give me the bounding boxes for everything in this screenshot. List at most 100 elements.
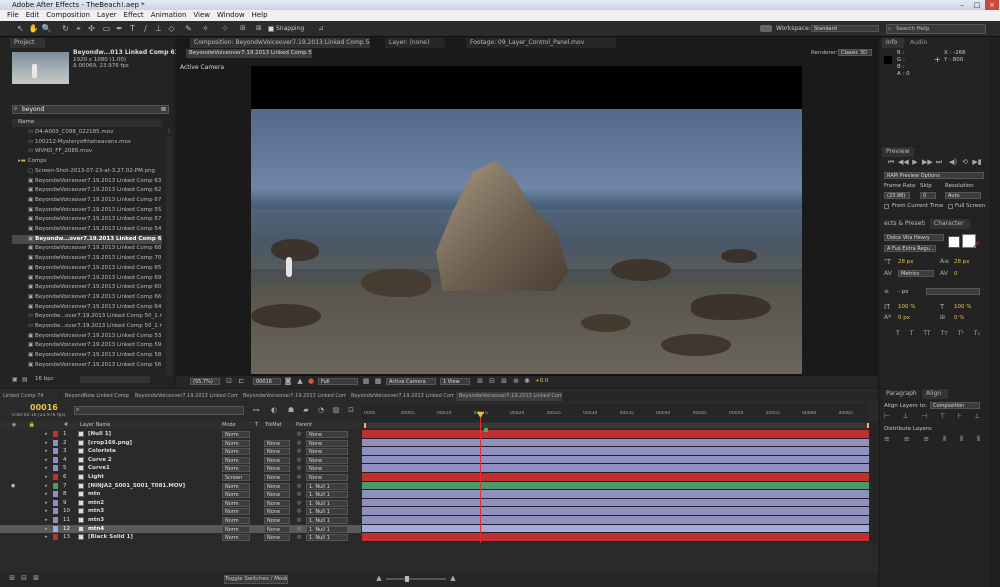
font-family-dropdown[interactable]: Dolce Vita Heavy xyxy=(884,234,944,241)
transparency-grid-icon[interactable]: ▩ xyxy=(373,377,383,385)
pixel-aspect-icon[interactable]: ⊞ xyxy=(475,377,485,385)
audio-icon[interactable]: ◀) xyxy=(948,158,958,166)
skip-dropdown[interactable]: 0 xyxy=(920,192,936,199)
expand-timing-icon[interactable]: ⊠ xyxy=(32,574,40,582)
label-color-swatch[interactable] xyxy=(53,465,58,472)
text-format-button[interactable]: T₁ xyxy=(974,330,980,340)
project-item[interactable]: ▣ BeyondwVoiceover7.19.2013 Linked Comp … xyxy=(12,332,162,342)
pick-whip-icon[interactable]: ◎ xyxy=(297,533,301,542)
resolution-dropdown[interactable]: Full xyxy=(318,378,358,385)
distribute-left-icon[interactable]: ⦀ xyxy=(943,435,946,445)
pick-whip-icon[interactable]: ◎ xyxy=(297,525,301,534)
parent-dropdown[interactable]: 1. Null 1 xyxy=(306,491,348,499)
expand-arrow-icon[interactable]: ▸ xyxy=(45,473,48,482)
project-item[interactable]: ▣ BeyondwVoiceover7.19.2013 Linked Comp … xyxy=(12,177,162,187)
layer-row[interactable]: ▸ 4 Curve 2 Norm None ◎ None xyxy=(0,456,361,465)
project-item[interactable]: ▣ BeyondwVoiceover7.19.2013 Linked Comp … xyxy=(12,244,162,254)
timeline-timecode[interactable]: 00016 xyxy=(30,403,58,412)
project-item[interactable]: ▣ Beyondw...over7.19.2013 Linked Comp 61 xyxy=(12,234,162,245)
ram-preview-icon[interactable]: ▶▮ xyxy=(972,158,982,166)
layer-row[interactable]: ▸ 3 Colorista Norm None ◎ None xyxy=(0,447,361,456)
align-hcenter-icon[interactable]: ⊥ xyxy=(902,412,908,422)
leading-value[interactable]: 28 px xyxy=(954,259,970,265)
expand-arrow-icon[interactable]: ▸ xyxy=(45,430,48,439)
label-color-swatch[interactable] xyxy=(53,525,58,532)
expand-arrow-icon[interactable]: ▸ xyxy=(45,456,48,465)
layer-row[interactable]: ▸ 12 mtn4 Norm None ◎ 1. Null 1 xyxy=(0,524,361,534)
layer-row[interactable]: ▸ 1 [Null 1] Norm ◎ None xyxy=(0,430,361,439)
project-item[interactable]: ▣ BeyondwVoiceover7.19.2013 Linked Comp … xyxy=(12,293,162,303)
work-area-start[interactable] xyxy=(364,423,366,428)
layer-name[interactable]: [Black Solid 1] xyxy=(88,533,133,542)
align-right-icon[interactable]: ⊣ xyxy=(921,412,927,422)
stroke-width-value[interactable]: - px xyxy=(898,289,908,295)
parent-dropdown[interactable]: None xyxy=(306,465,348,473)
expand-arrow-icon[interactable]: ▸ xyxy=(45,507,48,516)
workspace-icon[interactable] xyxy=(760,25,772,32)
label-color-swatch[interactable] xyxy=(53,448,58,455)
project-item[interactable]: ▣ BeyondwVoiceover7.19.2013 Linked Comp … xyxy=(12,351,162,361)
layer-duration-bar[interactable] xyxy=(362,498,869,508)
layer-mode-dropdown[interactable]: Norm xyxy=(222,465,250,473)
baseline-shift-value[interactable]: 0 px xyxy=(898,315,910,321)
pick-whip-icon[interactable]: ◎ xyxy=(297,482,301,491)
font-style-dropdown[interactable]: A Fuo Extra Regu... xyxy=(884,245,936,252)
zoom-out-icon[interactable]: ▲ xyxy=(374,574,384,582)
kerning-dropdown[interactable]: Metrics xyxy=(898,270,934,277)
project-item[interactable]: ▣ BeyondwVoiceover7.19.2013 Linked Comp … xyxy=(12,225,162,235)
layer-name[interactable]: mtn2 xyxy=(88,499,104,508)
hide-shy-icon[interactable]: ☗ xyxy=(285,406,297,414)
full-screen-checkbox[interactable] xyxy=(948,204,953,209)
layer-mode-dropdown[interactable]: Norm xyxy=(222,525,250,533)
parent-dropdown[interactable]: 1. Null 1 xyxy=(306,534,348,542)
motion-blur-icon[interactable]: ◔ xyxy=(315,406,327,414)
expand-arrow-icon[interactable]: ▸ xyxy=(45,464,48,473)
vertical-scale-value[interactable]: 100 % xyxy=(898,304,915,310)
project-item[interactable]: ▭ Beyondw...over7.19.2013 Linked Comp 50… xyxy=(12,312,162,322)
layer-duration-bar[interactable] xyxy=(362,464,869,473)
world-axis-icon[interactable]: ⊞ xyxy=(240,24,250,34)
distribute-right-icon[interactable]: ⦀ xyxy=(977,435,980,445)
label-color-swatch[interactable] xyxy=(53,439,58,446)
timeline-tab[interactable]: BeyondwVoiceover7.19.2013 Linked Comp 57 xyxy=(348,392,454,401)
expand-transfer-icon[interactable]: ⊟ xyxy=(20,574,28,582)
text-format-button[interactable]: T xyxy=(896,330,900,340)
resolution-preview-dropdown[interactable]: Auto xyxy=(945,192,981,199)
pick-whip-icon[interactable]: ◎ xyxy=(297,499,301,508)
layer-mode-dropdown[interactable]: Norm xyxy=(222,491,250,499)
stroke-style-dropdown[interactable] xyxy=(926,288,980,295)
layer-name[interactable]: mtn4 xyxy=(88,525,104,534)
clear-search-icon[interactable]: ⊠ xyxy=(161,106,166,113)
layer-name[interactable]: [crop166.png] xyxy=(88,439,132,448)
layer-mode-dropdown[interactable]: Screen xyxy=(222,474,250,481)
tab-project[interactable]: Project xyxy=(10,38,45,48)
hand-tool-icon[interactable]: ✋ xyxy=(28,24,39,34)
tab-preview[interactable]: Preview xyxy=(882,147,914,157)
tracking-value[interactable]: 0 xyxy=(954,271,958,277)
label-color-swatch[interactable] xyxy=(53,517,58,523)
viewer-timecode[interactable]: 00016 xyxy=(253,378,281,385)
layer-duration-bar[interactable] xyxy=(362,524,869,534)
renderer-dropdown[interactable]: Classic 3D xyxy=(838,49,872,56)
layer-row[interactable]: ◉ ▸ 7 [NINJA2_S001_S001_T081.MOV] Norm None ◎ 1… xyxy=(0,482,361,491)
rectangle-tool-icon[interactable]: ▭ xyxy=(101,24,112,34)
snapshot-icon[interactable]: ◙ xyxy=(283,377,293,385)
minimize-icon[interactable]: – xyxy=(955,0,969,10)
zoom-slider[interactable] xyxy=(386,578,446,580)
project-item[interactable]: ▣ BeyondwVoiceover7.19.2013 Linked Comp … xyxy=(12,215,162,225)
expand-arrow-icon[interactable]: ▸ xyxy=(45,439,48,448)
snapping-checkbox[interactable] xyxy=(268,26,274,32)
text-format-button[interactable]: T¹ xyxy=(958,330,964,340)
brainstorm-icon[interactable]: ⊡ xyxy=(345,406,357,414)
layer-row[interactable]: ▸ 6 Light Screen None ◎ None xyxy=(0,473,361,482)
timeline-tab[interactable]: BeyondwVoiceover7.19.2013 Linked Comp 62 xyxy=(132,392,238,401)
expand-arrow-icon[interactable]: ▸ xyxy=(45,490,48,499)
align-bottom-icon[interactable]: ⊥ xyxy=(974,412,980,422)
bpc-label[interactable]: 16 bpc xyxy=(35,376,54,382)
menu-file[interactable]: File xyxy=(7,11,19,19)
menu-composition[interactable]: Composition xyxy=(46,11,90,19)
comp-subtab[interactable]: BeyondwVoiceover7.19.2013 Linked Comp 54 xyxy=(186,49,312,58)
local-axis-icon[interactable]: ⊹ xyxy=(222,24,232,34)
prev-frame-icon[interactable]: ◀◀ xyxy=(898,158,909,166)
view-axis-icon[interactable]: ⊠ xyxy=(256,24,266,34)
